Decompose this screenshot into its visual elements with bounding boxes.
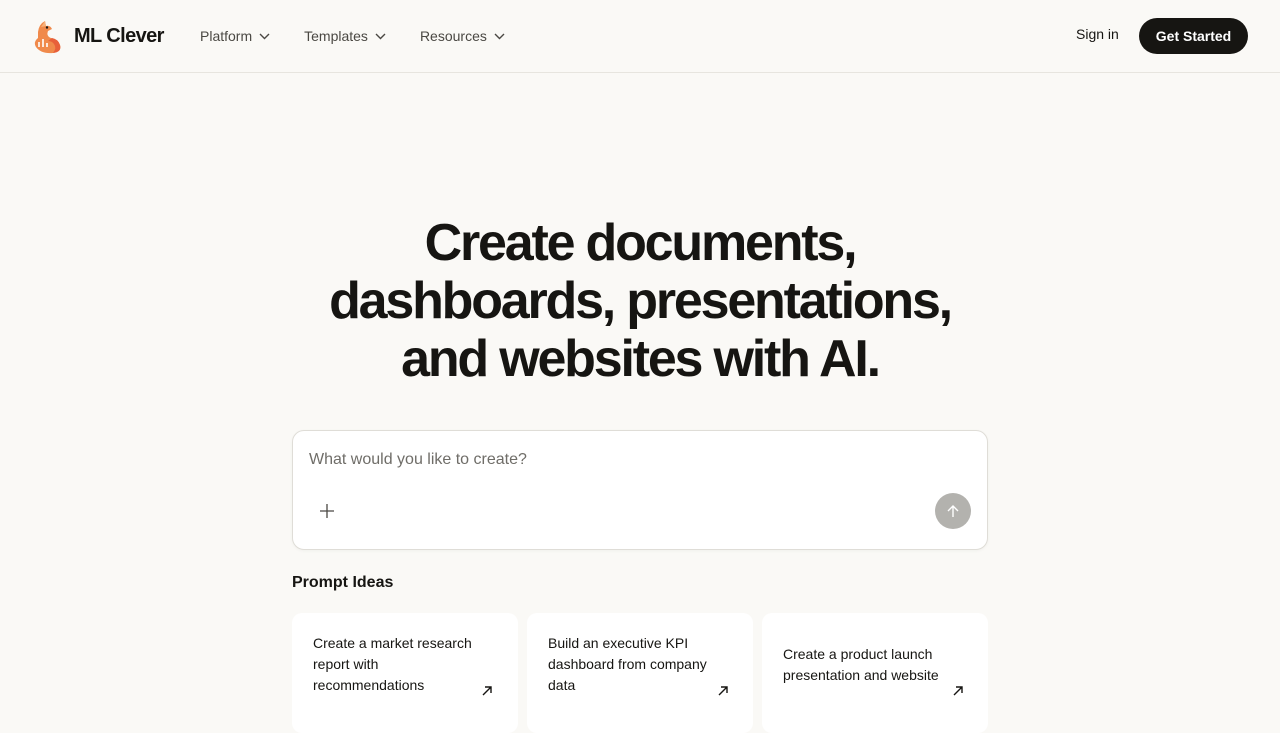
prompt-input[interactable] (309, 447, 969, 473)
prompt-idea-text: Build an executive KPI dashboard from co… (548, 635, 707, 693)
primary-menu: Platform Templates Resources (200, 24, 539, 48)
prompt-idea-text: Create a product launch presentation and… (783, 646, 939, 683)
nav-item-platform[interactable]: Platform (200, 28, 270, 44)
hero-line: and websites with AI. (401, 330, 881, 388)
attach-button[interactable] (317, 501, 337, 521)
prompt-ideas-list: Create a market research report with rec… (292, 613, 988, 733)
nav-item-templates[interactable]: Templates (304, 28, 386, 44)
plus-icon (320, 504, 334, 518)
arrow-up-right-icon (482, 686, 492, 696)
chevron-down-icon (375, 33, 386, 39)
prompt-idea-card[interactable]: Create a market research report with rec… (292, 613, 518, 733)
chevron-down-icon (259, 33, 270, 39)
send-button[interactable] (935, 493, 971, 529)
arrow-up-right-icon (718, 686, 728, 696)
prompt-ideas-heading: Prompt Ideas (292, 574, 394, 591)
get-started-button[interactable]: Get Started (1139, 18, 1248, 54)
sign-in-link[interactable]: Sign in (1076, 26, 1119, 42)
prompt-idea-text: Create a market research report with rec… (313, 635, 472, 693)
nav-item-label: Platform (200, 28, 253, 44)
prompt-composer (292, 430, 988, 550)
hero-headline: Create documents, dashboards, presentati… (240, 214, 1040, 388)
fox-logo-icon (34, 21, 61, 54)
hero-line: Create documents, (424, 214, 858, 272)
brand-link[interactable]: ML Clever (32, 18, 164, 54)
chevron-down-icon (494, 33, 505, 39)
arrow-up-right-icon (953, 686, 963, 696)
nav-item-label: Templates (304, 28, 368, 44)
nav-item-label: Resources (419, 28, 487, 44)
nav-item-resources[interactable]: Resources (420, 28, 505, 44)
hero-line: dashboards, presentations, (329, 272, 953, 330)
prompt-idea-card[interactable]: Create a product launch presentation and… (762, 613, 988, 733)
top-navigation: ML Clever Platform Templates Resources S… (0, 0, 1280, 73)
brand-name: ML Clever (74, 24, 164, 47)
prompt-idea-card[interactable]: Build an executive KPI dashboard from co… (527, 613, 753, 733)
arrow-up-icon (947, 505, 959, 517)
